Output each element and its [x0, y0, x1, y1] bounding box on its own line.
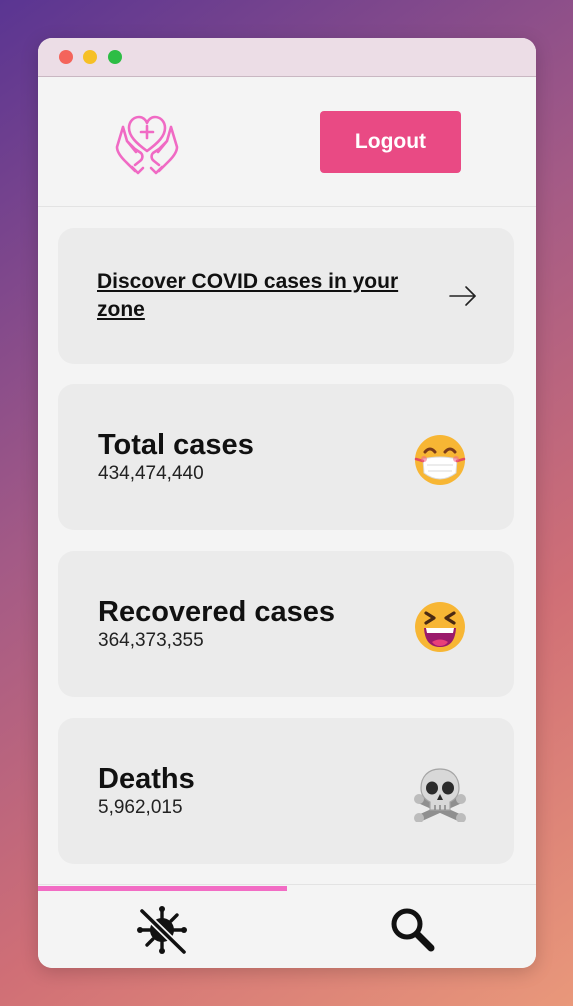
face-with-medical-mask-emoji-icon — [414, 435, 466, 485]
skull-and-crossbones-icon — [414, 768, 466, 822]
grinning-squinting-face-emoji-icon — [415, 602, 465, 652]
app-window: Logout Discover COVID cases in your zone… — [38, 38, 536, 968]
maximize-window-button[interactable] — [108, 50, 122, 64]
total-cases-value: 434,474,440 — [98, 463, 204, 484]
title-bar — [38, 38, 536, 77]
discover-covid-link[interactable]: Discover COVID cases in your zone — [97, 268, 447, 324]
logout-button[interactable]: Logout — [320, 111, 461, 173]
total-cases-title: Total cases — [98, 429, 254, 461]
app-header: Logout — [38, 77, 536, 207]
close-window-button[interactable] — [59, 50, 73, 64]
active-tab-indicator — [38, 886, 287, 891]
arrow-right-icon — [449, 286, 476, 306]
recovered-cases-title: Recovered cases — [98, 596, 335, 628]
discover-covid-link-card[interactable]: Discover COVID cases in your zone — [58, 228, 514, 364]
total-cases-card: Total cases 434,474,440 — [58, 384, 514, 530]
minimize-window-button[interactable] — [83, 50, 97, 64]
deaths-value: 5,962,015 — [98, 797, 183, 818]
virus-crossed-icon[interactable] — [134, 905, 190, 955]
recovered-cases-card: Recovered cases 364,373,355 — [58, 551, 514, 697]
recovered-cases-value: 364,373,355 — [98, 630, 204, 651]
deaths-card: Deaths 5,962,015 — [58, 718, 514, 864]
bottom-navigation — [38, 884, 536, 968]
search-icon[interactable] — [384, 905, 440, 955]
heart-hands-icon — [115, 115, 179, 175]
deaths-title: Deaths — [98, 763, 195, 795]
